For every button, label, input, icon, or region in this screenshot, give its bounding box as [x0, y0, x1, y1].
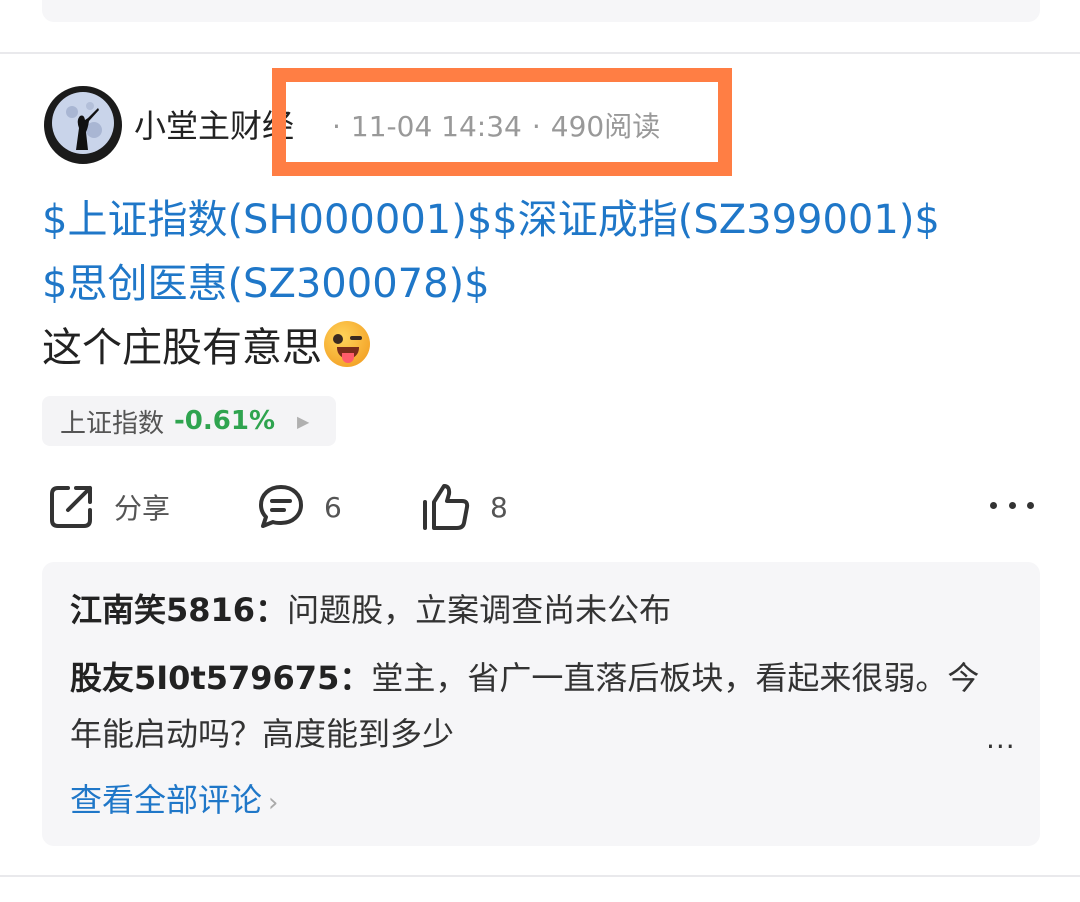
more-options-button[interactable]	[990, 490, 1034, 520]
play-arrow-icon: ▶	[297, 411, 310, 431]
comment-user[interactable]: 江南笑5816：	[70, 591, 287, 629]
chip-stock-name: 上证指数	[60, 408, 165, 439]
feed-screen: 小堂主财经 · 11-04 14:34 · 490阅读 $上证指数(SH000001)…	[0, 0, 1080, 902]
post-text: 这个庄股有意思	[42, 325, 322, 371]
more-dot-icon	[990, 501, 997, 509]
winking-tongue-emoji-icon	[324, 321, 370, 367]
chevron-right-icon: ›	[268, 788, 279, 818]
stock-tag-link[interactable]: $思创医惠(SZ300078)$	[42, 261, 490, 307]
share-icon	[50, 486, 92, 528]
comment-text: 问题股，立案调查尚未公布	[287, 591, 672, 629]
comment-user[interactable]: 股友5I0t579675：	[70, 659, 371, 697]
thumbs-up-icon	[423, 484, 470, 530]
view-all-comments-link[interactable]: 查看全部评论 ›	[70, 776, 278, 827]
comment-bubble-icon	[259, 485, 303, 528]
more-dot-icon	[1008, 501, 1016, 509]
chip-price-change: -0.61%	[174, 406, 276, 436]
comment-button[interactable]: 6	[256, 482, 342, 532]
author-name[interactable]: 小堂主财经	[134, 104, 294, 148]
stock-quote-chip[interactable]: 上证指数 -0.61% ▶	[42, 396, 336, 446]
divider	[0, 875, 1080, 877]
like-button[interactable]: 8	[420, 482, 508, 532]
avatar[interactable]	[44, 86, 122, 164]
highlight-annotation-box	[272, 68, 732, 176]
stock-tag-link[interactable]: $上证指数(SH000001)$	[42, 197, 492, 243]
like-count: 8	[490, 490, 508, 524]
view-all-comments-label: 查看全部评论	[70, 781, 263, 819]
share-button[interactable]: 分享	[46, 482, 170, 532]
comment-item[interactable]: 江南笑5816：问题股，立案调查尚未公布	[70, 582, 1000, 638]
post-body[interactable]: $上证指数(SH000001)$$深证成指(SZ399001)$ $思创医惠(S…	[42, 188, 1032, 380]
moon-silhouette-icon	[46, 88, 120, 162]
comment-overflow-ellipsis: ...	[986, 722, 1016, 755]
share-label: 分享	[114, 492, 171, 525]
more-dot-icon	[1027, 501, 1034, 509]
stock-tag-link[interactable]: $深证成指(SZ399001)$	[492, 197, 940, 243]
comment-count: 6	[324, 490, 342, 524]
comment-item[interactable]: 股友5I0t579675：堂主，省广一直落后板块，看起来很弱。今年能启动吗？高度…	[70, 650, 1000, 762]
previous-post-card	[42, 0, 1040, 22]
comments-preview[interactable]: 江南笑5816：问题股，立案调查尚未公布 股友5I0t579675：堂主，省广一…	[42, 562, 1040, 846]
divider	[0, 52, 1080, 54]
